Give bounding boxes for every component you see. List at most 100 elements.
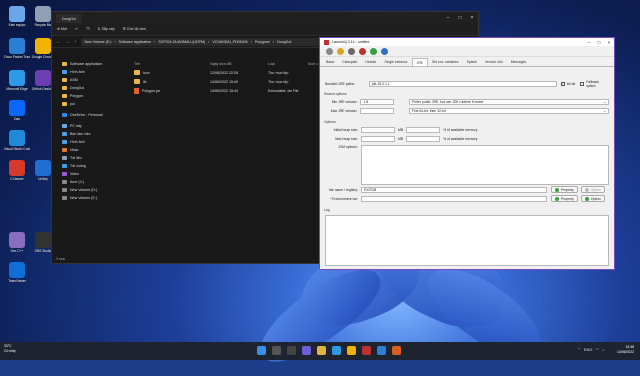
max-heap-percent-input[interactable] <box>406 136 441 142</box>
column-date[interactable]: Ngày sửa đổi <box>210 62 268 66</box>
sidebar-item[interactable]: DongGoi <box>56 84 126 92</box>
open-config-icon[interactable] <box>337 47 344 55</box>
sidebar-item[interactable]: OneDrive - Personal <box>56 111 126 119</box>
sidebar-item[interactable]: Tải xuống <box>56 162 126 170</box>
maximize-icon[interactable]: □ <box>454 12 466 23</box>
file-explorer-icon[interactable] <box>317 346 326 355</box>
var-registry-input[interactable]: EXITDB <box>361 186 547 193</box>
tab-basic[interactable]: Basic <box>322 58 338 66</box>
column-name[interactable]: Tên <box>130 62 210 66</box>
sidebar-item[interactable]: Polygon <box>56 92 126 100</box>
breadcrumb-segment[interactable]: New Volume (E:) <box>85 40 112 44</box>
column-type[interactable]: Loại <box>268 62 308 66</box>
sidebar-item[interactable]: poi <box>56 100 126 108</box>
start-icon[interactable] <box>257 346 266 355</box>
env-option-button[interactable]: Option <box>580 195 605 202</box>
breadcrumb-segment[interactable]: SOF304-DUANMAU-(UDPM) <box>158 40 205 44</box>
netbeans-icon[interactable] <box>392 346 401 355</box>
teams-icon[interactable] <box>302 346 311 355</box>
sidebar-item[interactable]: Nhạc <box>56 146 126 154</box>
tab-set-env-variables[interactable]: Set env. variables <box>428 58 463 66</box>
sidebar-item[interactable]: Bàn làm việc <box>56 130 126 138</box>
cut-icon[interactable]: ✂ <box>75 27 78 31</box>
initial-heap-percent-input[interactable] <box>406 127 441 133</box>
desktop-icon[interactable]: TeamViewer <box>4 262 30 283</box>
property-button[interactable]: Property <box>551 186 578 193</box>
tab-single-instance[interactable]: Single instance <box>381 58 412 66</box>
tab-version-info[interactable]: Version info <box>481 58 507 66</box>
chevron-up-icon[interactable]: ⌃ <box>577 347 580 352</box>
initial-heap-input[interactable] <box>361 127 395 133</box>
max-jre-input[interactable] <box>360 108 394 114</box>
chrome-icon[interactable] <box>347 346 356 355</box>
wifi-icon[interactable]: ◠ <box>596 347 600 352</box>
breadcrumb-segment[interactable]: Polygone <box>255 40 270 44</box>
task-view-icon[interactable] <box>287 346 296 355</box>
sidebar-item[interactable]: Video <box>56 170 126 178</box>
sidebar-item[interactable]: PC này <box>56 122 126 130</box>
new-button[interactable]: ⊕ Mới <box>57 27 67 31</box>
minimize-icon[interactable]: – <box>584 40 594 45</box>
tab-header[interactable]: Header <box>361 58 380 66</box>
copy-icon[interactable]: ❐ <box>86 27 89 31</box>
up-icon[interactable]: ↑ <box>74 39 77 45</box>
weather-desc: Có mây <box>4 349 16 353</box>
save-config-icon[interactable] <box>348 47 355 55</box>
weather-widget[interactable]: 33°C Có mây <box>4 344 16 354</box>
new-config-icon[interactable] <box>326 47 333 55</box>
desktop-icon[interactable]: Microsoft Edge <box>4 70 30 91</box>
desktop-icon[interactable]: Zalo <box>4 100 30 121</box>
build-wrapper-icon[interactable] <box>359 47 366 55</box>
breadcrumb-segment[interactable]: VOVANDAI_PD05406 <box>212 40 247 44</box>
jvm-options-textarea[interactable] <box>360 145 609 185</box>
sidebar-item[interactable]: New Volume (E:) <box>56 194 126 202</box>
minimize-icon[interactable]: – <box>442 12 454 23</box>
tab-jre[interactable]: JRE <box>411 58 428 66</box>
close-icon[interactable]: × <box>604 40 614 45</box>
breadcrumb-segment[interactable]: Software application <box>119 40 151 44</box>
64bit-checkbox[interactable]: ✓ 64-bit <box>560 82 575 86</box>
sidebar-item[interactable]: Software application <box>56 60 126 68</box>
tab-classpath[interactable]: Classpath <box>338 58 361 66</box>
bundled-jre-input[interactable]: jdk-18.0.1.1 <box>368 81 557 87</box>
fallback-checkbox[interactable]: Fallback option <box>580 80 609 88</box>
search-icon[interactable] <box>272 346 281 355</box>
forward-icon[interactable]: → <box>65 39 70 45</box>
close-icon[interactable]: × <box>466 12 478 23</box>
language-indicator[interactable]: ENG <box>584 347 593 352</box>
breadcrumb-segment[interactable]: DongGoi <box>277 40 291 44</box>
volume-icon[interactable]: ♪ <box>602 347 604 352</box>
env-var-input[interactable] <box>361 195 547 202</box>
desktop-icon[interactable]: Dev-C++ <box>4 232 30 253</box>
sidebar-item[interactable]: Acer (C:) <box>56 178 126 186</box>
jre-preference-select[interactable]: Prefer public JRE, but use JDK runtime i… <box>408 99 609 105</box>
sort-button[interactable]: ⇅ Sắp xếp <box>97 27 114 31</box>
tab-splash[interactable]: Splash <box>463 58 481 66</box>
view-button[interactable]: ☰ Chế độ xem <box>123 27 147 31</box>
java-icon[interactable] <box>377 346 386 355</box>
max-heap-input[interactable] <box>361 136 395 142</box>
sidebar-item[interactable]: Tài liệu <box>56 154 126 162</box>
edge-icon[interactable] <box>332 346 341 355</box>
desktop-icon[interactable]: Visual Studio Code <box>4 130 30 151</box>
sidebar-item[interactable]: ASM <box>56 76 126 84</box>
launch4j-icon[interactable] <box>362 346 371 355</box>
sidebar-item[interactable]: New Volume (D:) <box>56 186 126 194</box>
clock[interactable]: 15:48 14/06/2022 <box>617 345 634 355</box>
desktop-icon[interactable]: Cisco Packet Tracer <box>4 38 30 59</box>
desktop-icon[interactable]: CCleaner <box>4 160 30 181</box>
tab-messages[interactable]: Messages <box>507 58 530 66</box>
env-property-button[interactable]: Property <box>551 195 578 202</box>
test-wrapper-icon[interactable] <box>370 47 377 55</box>
desktop-icon[interactable]: Este equipo <box>4 6 30 27</box>
maximize-icon[interactable]: □ <box>594 40 604 45</box>
sidebar-item[interactable]: Hình ảnh <box>56 68 126 76</box>
explorer-tab[interactable]: DongGoi <box>56 14 82 23</box>
help-icon[interactable] <box>381 47 388 55</box>
min-jre-input[interactable]: 1.8 <box>360 99 394 105</box>
log-area[interactable] <box>325 215 609 266</box>
back-icon[interactable]: ← <box>56 39 61 45</box>
sidebar-item[interactable]: Hình ảnh <box>56 138 126 146</box>
runtime-bits-select[interactable]: First 64-bit, then 32-bit ⌄ <box>408 108 609 114</box>
option-button[interactable]: Option <box>580 186 605 193</box>
